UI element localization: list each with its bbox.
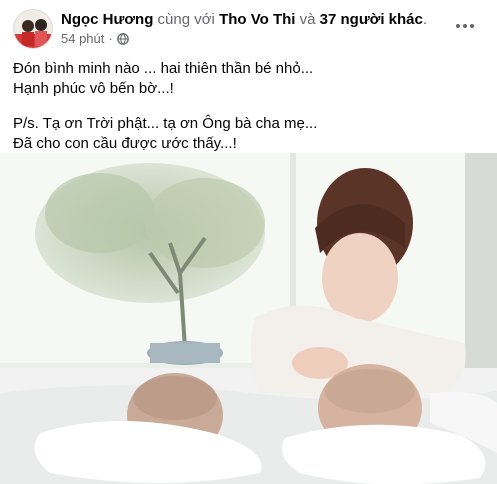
avatar-image <box>14 10 52 48</box>
facebook-post: Ngọc Hương cùng với Tho Vo Thi và 37 ngư… <box>0 0 497 484</box>
author-avatar[interactable] <box>13 9 53 49</box>
more-horizontal-icon[interactable] <box>452 15 478 37</box>
and-label: và <box>299 11 316 28</box>
post-text-line: P/s. Tạ ơn Trời phật... tạ ơn Ông bà cha… <box>13 115 318 132</box>
post-meta: 54 phút · <box>61 31 129 46</box>
post-text-line: Hạnh phúc vô bến bờ...! <box>13 80 174 97</box>
post-time[interactable]: 54 phút <box>61 31 104 46</box>
post-photo[interactable] <box>0 153 497 484</box>
author-line-period: . <box>422 11 428 28</box>
with-label: cùng với <box>157 11 215 28</box>
post-text: Đón bình minh nào ... hai thiên thần bé … <box>13 59 483 154</box>
author-name[interactable]: Ngọc Hương <box>61 11 153 28</box>
author-line: Ngọc Hương cùng với Tho Vo Thi và 37 ngư… <box>61 10 427 29</box>
post-header: Ngọc Hương cùng với Tho Vo Thi và 37 ngư… <box>0 0 497 56</box>
globe-icon[interactable] <box>116 32 129 45</box>
photo-mother-and-twin-babies <box>0 153 497 484</box>
post-text-line: Đón bình minh nào ... hai thiên thần bé … <box>13 60 314 77</box>
tagged-others-link[interactable]: 37 người khác <box>320 11 423 28</box>
tagged-person-name[interactable]: Tho Vo Thi <box>219 11 295 28</box>
post-text-line: Đã cho con cầu được ước thấy...! <box>13 135 237 152</box>
meta-separator: · <box>108 31 113 46</box>
